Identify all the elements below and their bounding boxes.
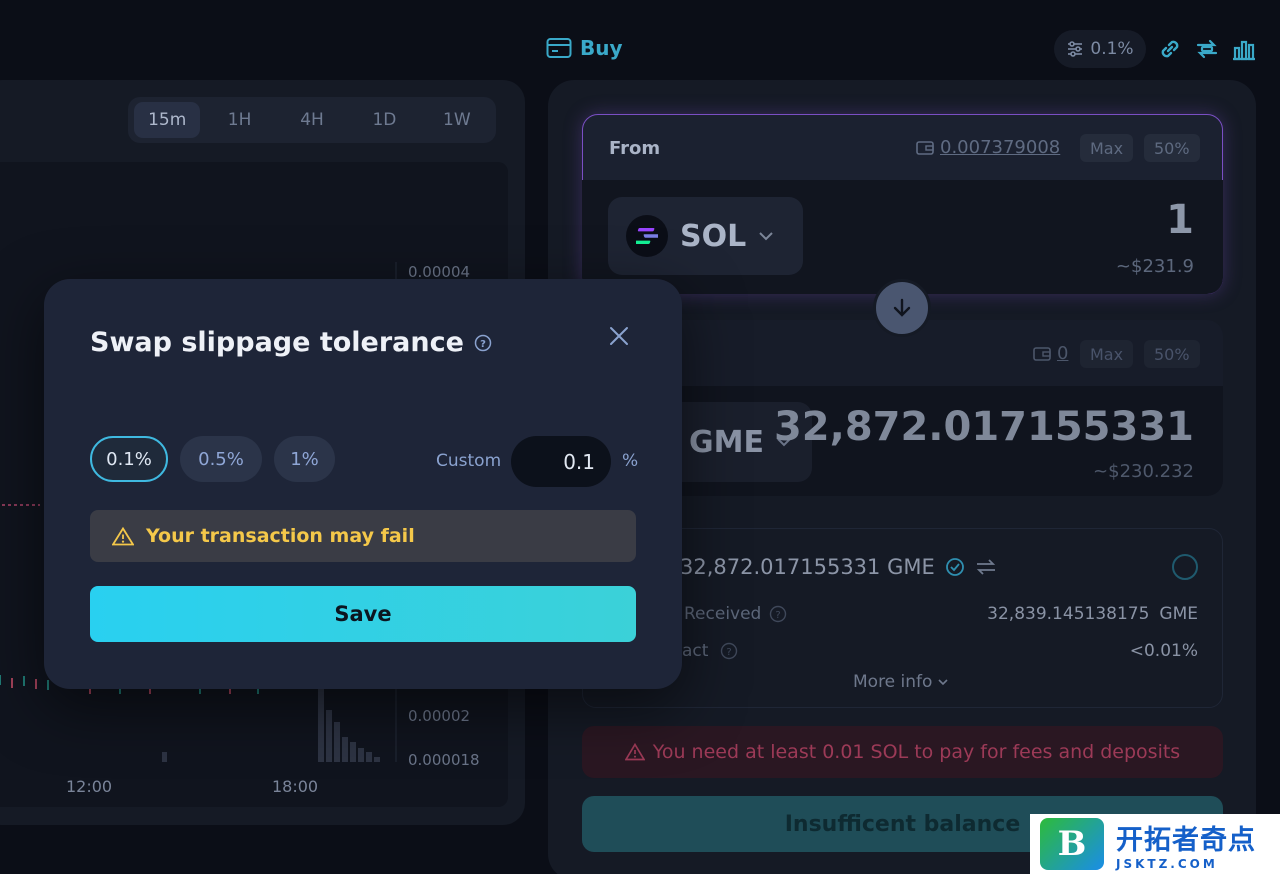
price-impact-value: <0.01%: [1129, 641, 1198, 661]
verified-icon: [945, 558, 964, 576]
to-usd-value: ~$230.232: [1093, 461, 1194, 482]
price-impact-label-row: act ?: [682, 641, 738, 661]
from-usd-value: ~$231.9: [1115, 256, 1194, 277]
min-received-label-row: Received ?: [684, 604, 787, 624]
sliders-icon: [1068, 41, 1083, 57]
slippage-warning-text: Your transaction may fail: [146, 525, 415, 547]
from-label: From: [609, 138, 661, 159]
timeframe-selector: 15m 1H 4H 1D 1W: [128, 97, 496, 143]
warning-icon: [112, 526, 134, 545]
watermark-logo: B: [1040, 818, 1104, 870]
rate-value: 32,872.017155331 GME: [680, 555, 935, 579]
wallet-icon: [1033, 346, 1051, 361]
slippage-settings-button[interactable]: 0.1%: [1054, 30, 1146, 68]
to-half-button[interactable]: 50%: [1144, 340, 1200, 368]
from-amount[interactable]: 1: [1166, 197, 1194, 243]
timeframe-1h[interactable]: 1H: [206, 102, 272, 138]
min-received-unit: GME: [1159, 604, 1198, 624]
timeframe-1d[interactable]: 1D: [351, 102, 417, 138]
close-icon: [610, 327, 628, 345]
watermark-subtitle: JSKTZ.COM: [1116, 856, 1218, 871]
switch-direction-button[interactable]: [873, 279, 931, 337]
y-axis-label: 0.00002: [408, 707, 471, 725]
help-icon[interactable]: ?: [720, 642, 738, 660]
save-button[interactable]: Save: [90, 586, 636, 642]
slippage-option-0-1[interactable]: 0.1%: [90, 436, 168, 482]
wallet-icon: [916, 140, 934, 155]
x-axis-label: 12:00: [66, 777, 113, 796]
min-received-value: 32,839.145138175: [987, 604, 1150, 624]
close-button[interactable]: [604, 321, 634, 351]
more-info-label: More info: [853, 672, 933, 692]
refresh-spinner-icon[interactable]: [1172, 554, 1198, 580]
timeframe-4h[interactable]: 4H: [279, 102, 345, 138]
slippage-value: 0.1%: [1090, 39, 1134, 59]
from-token-symbol: SOL: [680, 218, 747, 254]
fee-warning-banner: You need at least 0.01 SOL to pay for fe…: [582, 726, 1223, 778]
warning-icon: [624, 743, 645, 761]
link-icon[interactable]: [1157, 36, 1183, 62]
exchange-icon[interactable]: [975, 558, 997, 576]
modal-title-row: Swap slippage tolerance ?: [90, 327, 492, 358]
to-balance-value: 0: [1057, 343, 1069, 364]
to-token-symbol: GME: [689, 424, 764, 460]
from-balance-value: 0.007379008: [940, 137, 1061, 158]
custom-slippage-label: Custom: [436, 451, 502, 471]
timeframe-15m[interactable]: 15m: [134, 102, 201, 138]
modal-title: Swap slippage tolerance: [90, 327, 464, 358]
arrow-down-icon: [893, 298, 911, 317]
buy-label: Buy: [580, 36, 623, 60]
watermark-title: 开拓者奇点: [1116, 824, 1256, 856]
x-axis-label: 18:00: [272, 777, 319, 796]
timeframe-1w[interactable]: 1W: [424, 102, 490, 138]
buy-tab[interactable]: Buy: [546, 36, 623, 60]
from-max-button[interactable]: Max: [1080, 134, 1134, 162]
chart-icon[interactable]: [1231, 36, 1257, 62]
from-token-select[interactable]: SOL: [608, 197, 803, 275]
help-icon[interactable]: ?: [474, 334, 492, 352]
svg-text:?: ?: [480, 339, 486, 350]
slippage-option-1[interactable]: 1%: [274, 436, 335, 482]
chevron-down-icon: [759, 232, 773, 241]
y-axis-label: 0.000018: [408, 751, 480, 769]
slippage-warning-banner: Your transaction may fail: [90, 510, 636, 562]
svg-text:?: ?: [776, 610, 781, 621]
percent-sign: %: [622, 451, 639, 471]
fee-warning-text: You need at least 0.01 SOL to pay for fe…: [652, 741, 1181, 763]
rate-row: 32,872.017155331 GME: [680, 555, 997, 579]
sol-logo-icon: [626, 215, 668, 257]
min-received-value-row: 32,839.145138175 GME: [987, 604, 1198, 624]
card-icon: [546, 38, 572, 58]
slippage-option-0-5[interactable]: 0.5%: [180, 436, 262, 482]
custom-slippage-input[interactable]: 0.1: [511, 436, 611, 487]
watermark: B 开拓者奇点 JSKTZ.COM: [1030, 814, 1280, 874]
to-balance[interactable]: 0: [1033, 343, 1068, 364]
chevron-down-icon: [938, 678, 949, 685]
more-info-toggle[interactable]: More info: [853, 672, 949, 692]
price-impact-label: act: [682, 641, 709, 661]
from-balance[interactable]: 0.007379008: [916, 137, 1060, 158]
from-half-button[interactable]: 50%: [1144, 134, 1200, 162]
min-received-label: Received: [684, 604, 762, 624]
to-max-button[interactable]: Max: [1080, 340, 1134, 368]
help-icon[interactable]: ?: [769, 605, 787, 623]
swap-arrows-icon[interactable]: [1194, 36, 1220, 62]
to-amount: 32,872.017155331: [773, 404, 1194, 450]
svg-text:?: ?: [727, 647, 732, 658]
